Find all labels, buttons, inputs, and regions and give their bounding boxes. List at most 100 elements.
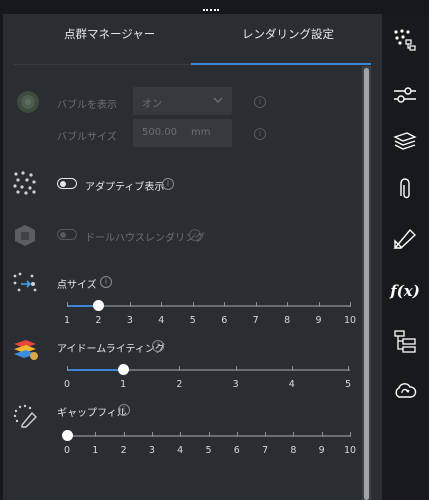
layers-icon[interactable] [392,128,418,154]
point-size-tick-label: 10 [343,315,357,326]
tab-divider [14,64,191,65]
eye-dome-tick-label: 2 [176,379,183,390]
eye-dome-lighting-label: アイドームライティング [57,344,165,355]
point-size-tick [129,302,131,307]
point-size-info-icon[interactable]: i [100,276,112,288]
point-size-tick-label: 7 [252,315,259,326]
point-size-slider-handle[interactable] [93,300,104,311]
gap-fill-tick-label: 1 [92,445,99,456]
show-bubble-info-icon[interactable]: i [254,96,266,108]
point-cloud-icon[interactable] [392,28,418,54]
show-bubble-value: オン [142,99,162,110]
point-size-tick [287,302,289,307]
point-size-icon [13,272,37,292]
bubble-size-info-icon[interactable]: i [254,128,266,140]
gap-fill-tick-label: 0 [63,445,71,456]
bubble-size-value: 500.00 [142,127,177,138]
point-size-tick [67,302,68,307]
point-size-slider-track[interactable] [67,305,350,307]
point-size-tick [350,302,351,307]
gap-fill-tick-label: 7 [262,445,269,456]
measure-icon[interactable] [392,226,418,252]
gap-fill-tick [123,432,125,437]
gap-fill-tick [350,432,351,437]
tab-rendering-settings[interactable]: レンダリング設定 [242,26,334,42]
gap-fill-tick-label: 4 [177,445,184,456]
active-tab-indicator [191,63,371,65]
point-size-tick-label: 8 [284,315,291,326]
gap-fill-tick [208,432,210,437]
dollhouse-toggle[interactable] [57,229,77,240]
gap-fill-tick [180,432,182,437]
gap-fill-tick-label: 10 [343,445,357,456]
gap-fill-tick-label: 5 [205,445,212,456]
eye-dome-tick [67,366,68,371]
gap-fill-slider-handle[interactable] [62,430,73,441]
eye-dome-slider-handle[interactable] [118,364,129,375]
cloud-sync-icon[interactable] [392,378,418,404]
gap-fill-tick [95,432,97,437]
function-icon-text: f(x) [390,282,420,300]
adaptive-display-icon [13,171,36,195]
point-size-tick [224,302,226,307]
gap-fill-tick-label: 2 [120,445,127,456]
eye-dome-tick [235,366,237,371]
gap-fill-tick [236,432,238,437]
eye-dome-slider-fill [67,369,123,371]
gap-fill-tick [151,432,153,437]
point-size-tick-label: 2 [95,315,102,326]
gap-fill-info-icon[interactable]: i [118,404,130,416]
eye-dome-tick-label: 1 [120,379,127,390]
point-size-label: 点サイズ [57,280,97,291]
eye-dome-tick-label: 3 [232,379,239,390]
gap-fill-label: ギャップフィル [57,408,127,419]
adaptive-display-label: アダプティブ表示 [85,182,165,193]
bubble-icon [17,91,39,113]
point-size-tick [255,302,257,307]
point-size-tick [318,302,320,307]
top-bar [0,0,429,14]
gap-fill-tick-label: 3 [148,445,155,456]
hierarchy-icon[interactable] [392,328,418,354]
sliders-icon[interactable] [392,82,418,108]
bubble-size-label: バブルサイズ [57,132,117,143]
gap-fill-tick-label: 8 [290,445,297,456]
eye-dome-lighting-icon [14,340,38,360]
dollhouse-label: ドールハウスレンダリング [85,233,205,244]
dollhouse-icon [15,225,35,246]
gap-fill-tick-label: 6 [233,445,240,456]
point-size-tick-label: 4 [158,315,165,326]
gap-fill-tick [293,432,295,437]
point-size-tick-label: 5 [189,315,196,326]
dollhouse-info-icon[interactable]: i [189,229,201,241]
chevron-down-icon [213,97,223,104]
show-bubble-select[interactable]: オン [133,87,232,115]
paperclip-icon[interactable] [392,176,418,202]
bubble-size-input[interactable]: 500.00 mm [133,119,232,147]
eye-dome-tick [291,366,293,371]
eye-dome-tick [348,366,349,371]
point-size-tick-label: 9 [315,315,322,326]
drag-handle[interactable] [203,9,219,13]
show-bubble-label: バブルを表示 [57,100,117,111]
adaptive-display-info-icon[interactable]: i [162,178,174,190]
point-size-tick-label: 6 [221,315,228,326]
eye-dome-tick-label: 0 [63,379,71,390]
scrollbar-thumb[interactable] [364,68,369,500]
gap-fill-tick [265,432,267,437]
point-size-tick-label: 1 [63,315,71,326]
eye-dome-tick-label: 5 [344,379,352,390]
eye-dome-tick-label: 4 [288,379,295,390]
function-icon[interactable]: f(x) [390,278,420,304]
bubble-size-unit: mm [191,127,211,138]
point-size-tick-label: 3 [126,315,133,326]
gap-fill-icon [13,404,37,428]
point-size-tick [192,302,194,307]
tab-point-cloud-manager[interactable]: 点群マネージャー [64,26,155,42]
point-size-tick [161,302,163,307]
gap-fill-tick-label: 9 [318,445,325,456]
eye-dome-tick [179,366,181,371]
adaptive-display-toggle[interactable] [57,178,77,189]
gap-fill-tick [321,432,323,437]
eye-dome-lighting-info-icon[interactable]: i [152,340,164,352]
